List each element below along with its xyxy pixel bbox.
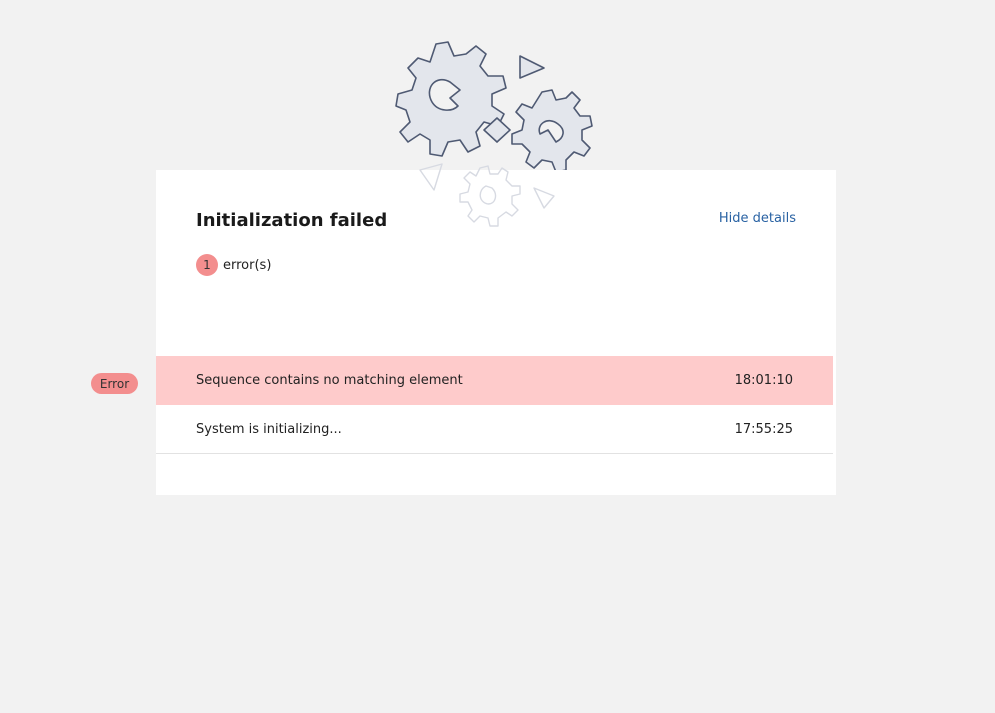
log-time: 17:55:25 [734, 421, 793, 437]
log-list: Sequence contains no matching element 18… [156, 356, 833, 454]
log-time: 18:01:10 [734, 373, 793, 388]
log-row-error: Sequence contains no matching element 18… [156, 356, 833, 405]
error-count-badge: 1 [196, 254, 218, 276]
error-count-label: error(s) [223, 257, 272, 273]
hide-details-link[interactable]: Hide details [719, 211, 796, 226]
log-row-info: System is initializing... 17:55:25 [156, 405, 833, 454]
error-summary: 1 error(s) [196, 254, 271, 276]
error-level-badge: Error [91, 373, 138, 394]
initialization-dialog: Initialization failed Hide details 1 err… [156, 170, 836, 495]
log-message: Sequence contains no matching element [196, 373, 463, 388]
dialog-title: Initialization failed [196, 210, 388, 231]
log-message: System is initializing... [196, 421, 342, 437]
